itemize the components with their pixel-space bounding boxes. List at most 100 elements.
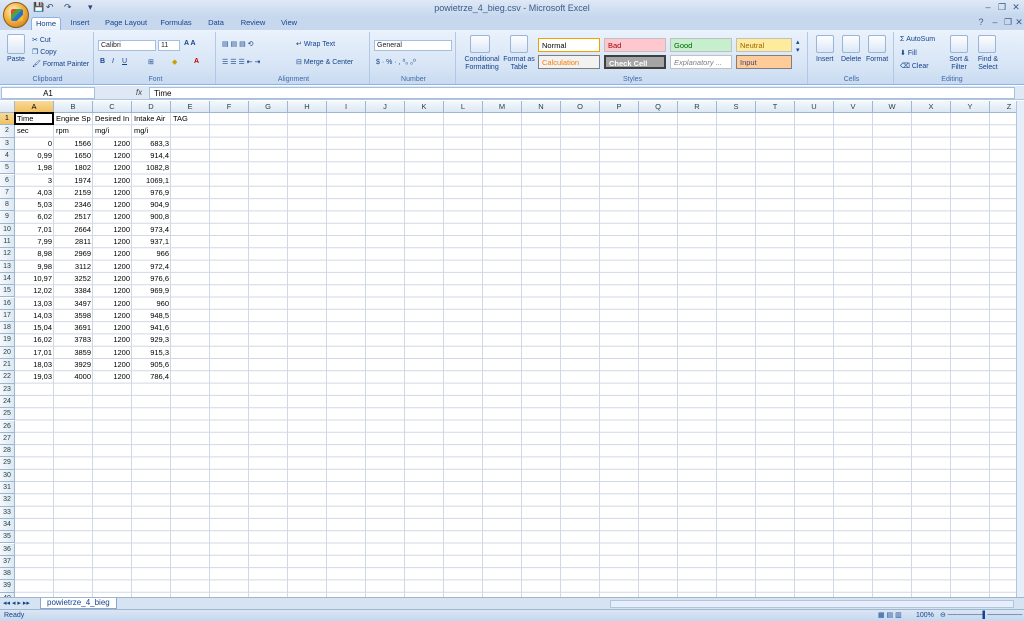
paste-icon[interactable] xyxy=(7,34,25,54)
cell[interactable]: Time xyxy=(15,113,54,125)
wrap-text-button[interactable]: ↵ Wrap Text xyxy=(296,40,335,48)
row-header[interactable]: 22 xyxy=(0,371,15,384)
cell[interactable]: 1200 xyxy=(93,236,132,248)
delete-button[interactable]: Delete xyxy=(841,56,861,63)
bold-icon[interactable]: B xyxy=(100,58,105,65)
underline-icon[interactable]: U xyxy=(122,58,127,65)
row-header[interactable]: 20 xyxy=(0,346,15,359)
cell[interactable]: 10,97 xyxy=(15,273,54,285)
cell[interactable]: 972,4 xyxy=(132,261,171,273)
cell[interactable]: 948,5 xyxy=(132,310,171,322)
cell[interactable]: 904,9 xyxy=(132,199,171,211)
format-button[interactable]: Format xyxy=(866,56,888,63)
style-normal[interactable]: Normal xyxy=(538,38,600,52)
tab-data[interactable]: Data xyxy=(204,17,228,30)
help-icon[interactable]: ? xyxy=(975,17,987,27)
column-header[interactable]: Z xyxy=(990,101,1016,113)
cell[interactable]: 3783 xyxy=(54,334,93,346)
cell[interactable]: 12,02 xyxy=(15,285,54,297)
row-header[interactable]: 4 xyxy=(0,149,15,163)
cell[interactable]: 2517 xyxy=(54,211,93,223)
minimize-icon[interactable]: – xyxy=(982,2,994,12)
row-header[interactable]: 32 xyxy=(0,494,15,507)
fill-color-icon[interactable]: ◆ xyxy=(172,58,177,66)
cell[interactable]: 966 xyxy=(132,248,171,260)
row-header[interactable]: 1 xyxy=(0,113,15,126)
row-header[interactable]: 35 xyxy=(0,531,15,544)
cell[interactable]: 786,4 xyxy=(132,371,171,383)
cell[interactable]: mg/i xyxy=(93,125,132,137)
cell[interactable]: Engine Sp xyxy=(54,113,93,125)
cell[interactable]: 1200 xyxy=(93,298,132,310)
name-box[interactable]: A1 xyxy=(1,87,95,99)
cell[interactable]: 1200 xyxy=(93,359,132,371)
column-header[interactable]: W xyxy=(873,101,912,113)
cell[interactable]: 976,6 xyxy=(132,273,171,285)
font-size-combo[interactable]: 11 xyxy=(158,40,180,51)
sheet-nav-icon[interactable]: ◂◂ ◂ ▸ ▸▸ xyxy=(3,599,30,607)
cell[interactable]: 1200 xyxy=(93,334,132,346)
row-header[interactable]: 33 xyxy=(0,506,15,519)
column-header[interactable]: I xyxy=(327,101,366,113)
cell[interactable]: 3929 xyxy=(54,359,93,371)
vertical-scrollbar[interactable] xyxy=(1016,101,1024,597)
cell[interactable]: 3497 xyxy=(54,298,93,310)
cell[interactable]: 937,1 xyxy=(132,236,171,248)
row-header[interactable]: 36 xyxy=(0,543,15,556)
cell[interactable]: 1200 xyxy=(93,347,132,359)
cell[interactable]: 17,01 xyxy=(15,347,54,359)
conditional-formatting-button[interactable]: Conditional Formatting xyxy=(460,56,504,72)
row-header[interactable]: 39 xyxy=(0,580,15,593)
cell[interactable]: 1200 xyxy=(93,162,132,174)
cell[interactable]: 1082,8 xyxy=(132,162,171,174)
row-header[interactable]: 17 xyxy=(0,309,15,323)
cell[interactable]: 5,03 xyxy=(15,199,54,211)
cell[interactable]: 929,3 xyxy=(132,334,171,346)
copy-button[interactable]: ❐ Copy xyxy=(32,48,57,56)
align-top-icon[interactable]: ▤ ▤ ▤ ⟲ xyxy=(222,40,254,48)
cell[interactable]: 1200 xyxy=(93,175,132,187)
cell[interactable]: 1974 xyxy=(54,175,93,187)
select-all-corner[interactable] xyxy=(0,101,15,113)
cell[interactable]: 969,9 xyxy=(132,285,171,297)
row-header[interactable]: 23 xyxy=(0,383,15,396)
row-header[interactable]: 6 xyxy=(0,174,15,187)
cell[interactable]: 1200 xyxy=(93,322,132,334)
cell[interactable]: 2811 xyxy=(54,236,93,248)
borders-icon[interactable]: ⊞ xyxy=(148,58,154,66)
row-header[interactable]: 12 xyxy=(0,248,15,261)
cell[interactable]: 9,98 xyxy=(15,261,54,273)
wb-close-icon[interactable]: ✕ xyxy=(1013,17,1024,28)
cell[interactable]: 3 xyxy=(15,175,54,187)
formula-input[interactable]: Time xyxy=(149,87,1015,99)
cell[interactable]: Desired In xyxy=(93,113,132,125)
align-left-icon[interactable]: ☰ ☰ ☰ ⇤ ⇥ xyxy=(222,58,260,66)
column-header[interactable]: L xyxy=(444,101,483,113)
row-header[interactable]: 9 xyxy=(0,211,15,224)
style-good[interactable]: Good xyxy=(670,38,732,52)
cell[interactable]: 914,4 xyxy=(132,150,171,162)
column-header[interactable]: A xyxy=(15,101,54,113)
cell[interactable]: mg/i xyxy=(132,125,171,137)
row-header[interactable]: 37 xyxy=(0,555,15,569)
sort-filter-button[interactable]: Sort & Filter xyxy=(946,56,972,72)
cell[interactable]: 0 xyxy=(15,138,54,150)
cell[interactable]: 15,04 xyxy=(15,322,54,334)
cell[interactable]: TAG xyxy=(171,113,210,125)
column-header[interactable]: V xyxy=(834,101,873,113)
cell[interactable]: 915,3 xyxy=(132,347,171,359)
cell[interactable]: 1200 xyxy=(93,285,132,297)
cell[interactable]: 2159 xyxy=(54,187,93,199)
cell[interactable]: 683,3 xyxy=(132,138,171,150)
style-neutral[interactable]: Neutral xyxy=(736,38,792,52)
grow-font-icon[interactable]: A A xyxy=(184,40,196,47)
column-header[interactable]: N xyxy=(522,101,561,113)
column-header[interactable]: R xyxy=(678,101,717,113)
row-header[interactable]: 21 xyxy=(0,359,15,372)
row-header[interactable]: 15 xyxy=(0,285,15,298)
column-header[interactable]: B xyxy=(54,101,93,113)
sort-filter-icon[interactable] xyxy=(950,35,968,53)
column-header[interactable]: P xyxy=(600,101,639,113)
column-header[interactable]: S xyxy=(717,101,756,113)
row-header[interactable]: 11 xyxy=(0,236,15,249)
